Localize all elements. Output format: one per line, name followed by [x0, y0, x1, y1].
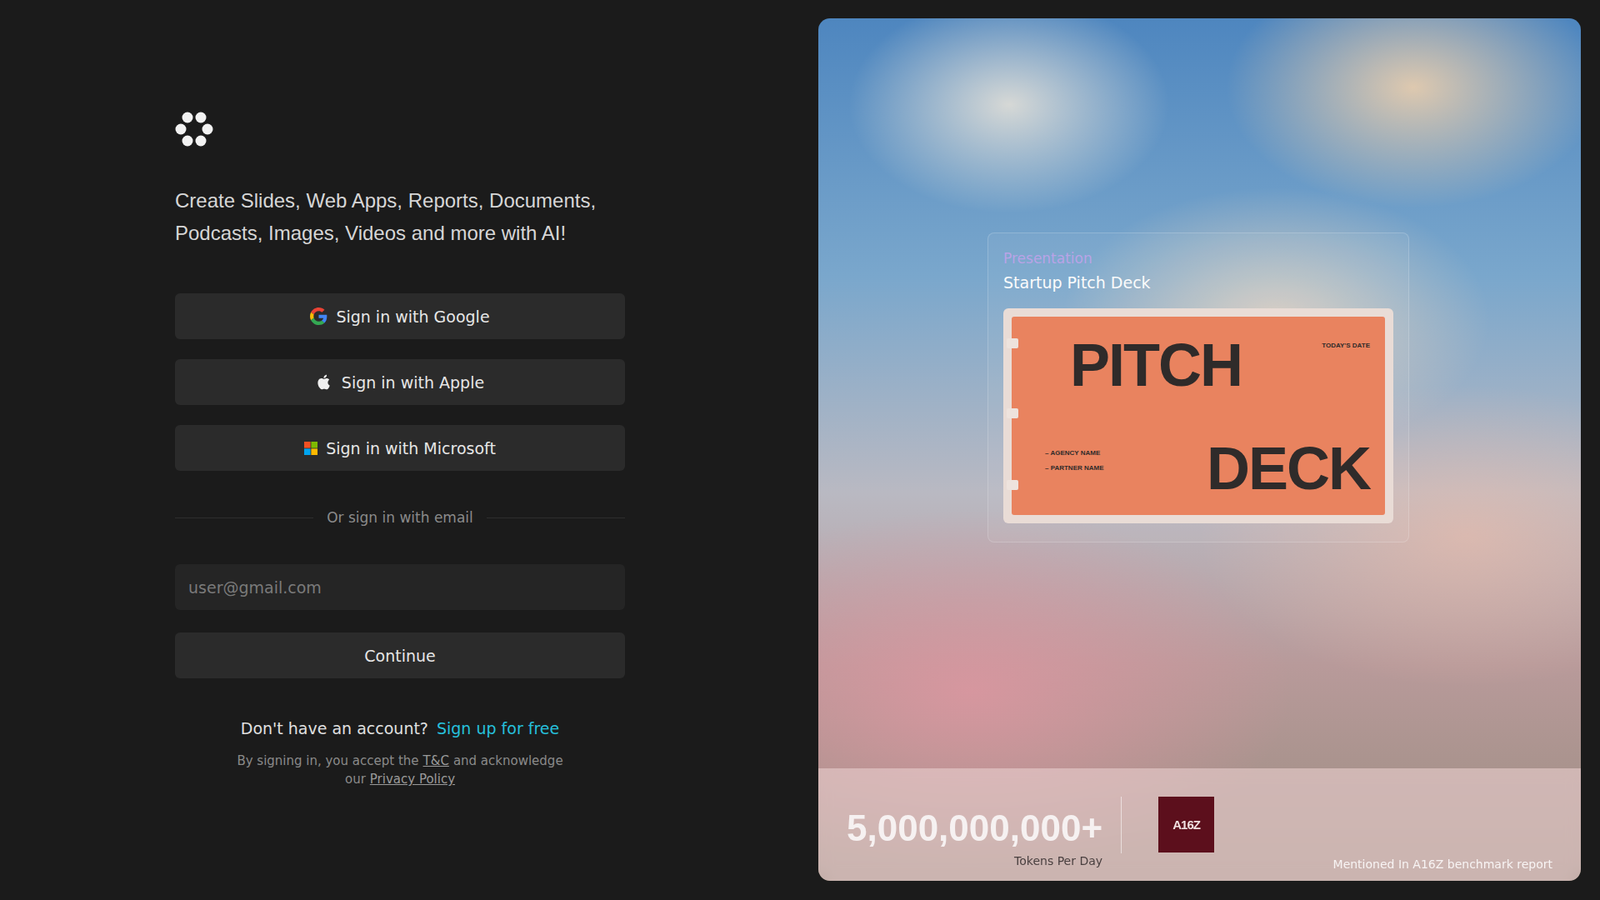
email-input[interactable]: [175, 564, 625, 610]
showcase-panel: Presentation Startup Pitch Deck PITCH TO…: [818, 18, 1581, 881]
divider-line: [486, 517, 625, 519]
sso-buttons: Sign in with Google Sign in with Apple S…: [175, 293, 625, 471]
slide-bottom: – AGENCY NAME – PARTNER NAME DECK: [1045, 436, 1370, 500]
token-stat: 5,000,000,000+ Tokens Per Day: [846, 807, 1103, 868]
tagline-line: Create Slides, Web Apps, Reports, Docume…: [175, 184, 625, 217]
stat-value: 5,000,000,000+: [846, 807, 1103, 850]
sso-button[interactable]: Sign in with Apple: [175, 359, 625, 405]
tagline: Create Slides, Web Apps, Reports, Docume…: [175, 184, 625, 250]
slide-name: – AGENCY NAME: [1045, 449, 1105, 457]
signup-prompt: Don't have an account? Sign up for free: [175, 718, 625, 739]
slide-names: – AGENCY NAME – PARTNER NAME: [1045, 449, 1105, 472]
slide-top: PITCH TODAY'S DATE: [1045, 333, 1370, 397]
divider-line: [175, 517, 314, 519]
email-divider: Or sign in with email: [175, 509, 625, 526]
legal-line: our Privacy Policy: [345, 770, 455, 789]
showcase-card: Presentation Startup Pitch Deck PITCH TO…: [987, 232, 1410, 543]
stats-strip: 5,000,000,000+ Tokens Per Day A16Z Menti…: [818, 768, 1581, 881]
microsoft-icon: [304, 441, 318, 455]
terms-link[interactable]: T&C: [423, 751, 450, 770]
sso-button[interactable]: Sign in with Google: [175, 293, 625, 340]
a16z-badge: A16Z: [1158, 796, 1215, 853]
login-panel: Create Slides, Web Apps, Reports, Docume…: [0, 0, 625, 900]
slide-word: DECK: [1206, 436, 1370, 500]
showcase-scene: Presentation Startup Pitch Deck PITCH TO…: [818, 18, 1581, 769]
signup-link[interactable]: Sign up for free: [436, 718, 560, 739]
signup-text: Don't have an account?: [240, 718, 429, 739]
sso-label: Sign in with Apple: [341, 373, 485, 392]
slide-pin: [1006, 480, 1019, 490]
stat-label: Tokens Per Day: [1014, 854, 1103, 868]
google-icon: [310, 307, 328, 325]
sso-label: Sign in with Microsoft: [325, 439, 496, 458]
apple-icon: [315, 373, 334, 391]
slide-word: PITCH: [1070, 333, 1242, 397]
stats-separator: [1120, 796, 1122, 854]
slide: PITCH TODAY'S DATE – AGENCY NAME – PARTNE…: [1011, 316, 1385, 515]
slide-date: TODAY'S DATE: [1321, 341, 1370, 350]
logo-icon: [175, 110, 214, 148]
stats-note: Mentioned In A16Z benchmark report: [1333, 857, 1553, 871]
privacy-link[interactable]: Privacy Policy: [370, 770, 455, 789]
slide-pin: [1006, 408, 1019, 419]
slide-name: – PARTNER NAME: [1045, 464, 1105, 472]
showcase-category: Presentation: [1003, 250, 1394, 267]
legal-line: By signing in, you accept the T&C and ac…: [236, 751, 563, 770]
sso-button[interactable]: Sign in with Microsoft: [175, 425, 625, 471]
login-page: Create Slides, Web Apps, Reports, Docume…: [0, 0, 1600, 900]
slide-thumbnail: PITCH TODAY'S DATE – AGENCY NAME – PARTNE…: [1003, 308, 1394, 524]
continue-button[interactable]: Continue: [175, 632, 625, 679]
tagline-line: Podcasts, Images, Videos and more with A…: [175, 216, 625, 250]
divider-text: Or sign in with email: [326, 509, 474, 526]
sso-label: Sign in with Google: [335, 307, 490, 326]
legal-text: By signing in, you accept the T&C and ac…: [175, 751, 625, 789]
showcase-title: Startup Pitch Deck: [1003, 273, 1394, 292]
slide-pin: [1006, 338, 1019, 349]
